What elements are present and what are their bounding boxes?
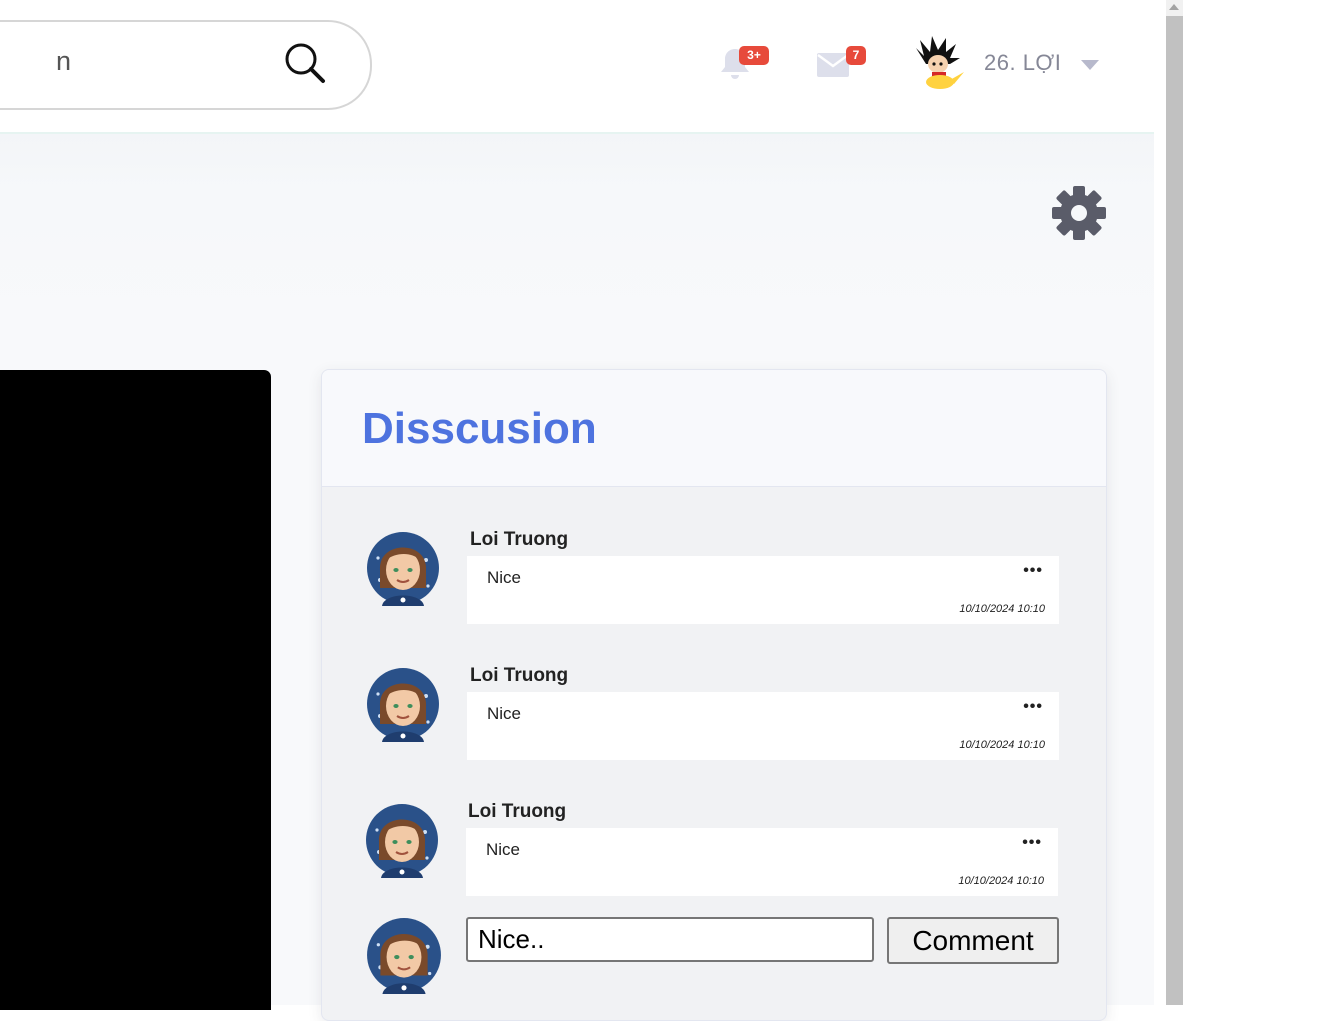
- more-options-icon[interactable]: •••: [1023, 698, 1043, 716]
- search-icon[interactable]: [284, 42, 326, 84]
- notifications-badge: 3+: [739, 46, 769, 65]
- top-navbar: n 3+ 7 26. LỢI: [0, 0, 1154, 134]
- comment-author: Loi Truong: [468, 801, 567, 822]
- search-input-text[interactable]: n: [56, 46, 71, 77]
- comment-input[interactable]: [466, 917, 874, 962]
- commenter-avatar: [367, 532, 439, 606]
- current-user-avatar: [367, 918, 441, 994]
- commenter-avatar: [367, 668, 439, 742]
- discussion-header: Disscusion: [322, 370, 1106, 487]
- comment-timestamp: 10/10/2024 10:10: [959, 739, 1045, 751]
- comment-timestamp: 10/10/2024 10:10: [958, 875, 1044, 887]
- comment-button[interactable]: Comment: [887, 917, 1059, 964]
- gear-icon[interactable]: [1052, 186, 1106, 240]
- scroll-up-arrow-icon[interactable]: [1169, 4, 1179, 10]
- comment-bubble: Nice ••• 10/10/2024 10:10: [467, 692, 1059, 760]
- comment-text: Nice: [487, 704, 522, 723]
- commenter-avatar: [366, 804, 438, 878]
- discussion-title: Disscusion: [362, 404, 597, 453]
- envelope-icon[interactable]: [816, 52, 850, 78]
- messages-badge: 7: [846, 46, 866, 65]
- comment-author: Loi Truong: [470, 665, 569, 686]
- comment-text: Nice: [486, 840, 521, 859]
- user-name[interactable]: 26. LỢI: [984, 50, 1061, 76]
- comment-bubble: Nice ••• 10/10/2024 10:10: [466, 828, 1058, 896]
- video-player[interactable]: [0, 370, 271, 1010]
- comment-timestamp: 10/10/2024 10:10: [959, 603, 1045, 615]
- more-options-icon[interactable]: •••: [1023, 562, 1043, 580]
- comment-bubble: Nice ••• 10/10/2024 10:10: [467, 556, 1059, 624]
- user-avatar[interactable]: [910, 34, 966, 92]
- chevron-down-icon[interactable]: [1081, 60, 1099, 70]
- scrollbar-thumb[interactable]: [1166, 16, 1183, 1005]
- more-options-icon[interactable]: •••: [1022, 834, 1042, 852]
- comment-text: Nice: [487, 568, 522, 587]
- comment-author: Loi Truong: [470, 529, 569, 550]
